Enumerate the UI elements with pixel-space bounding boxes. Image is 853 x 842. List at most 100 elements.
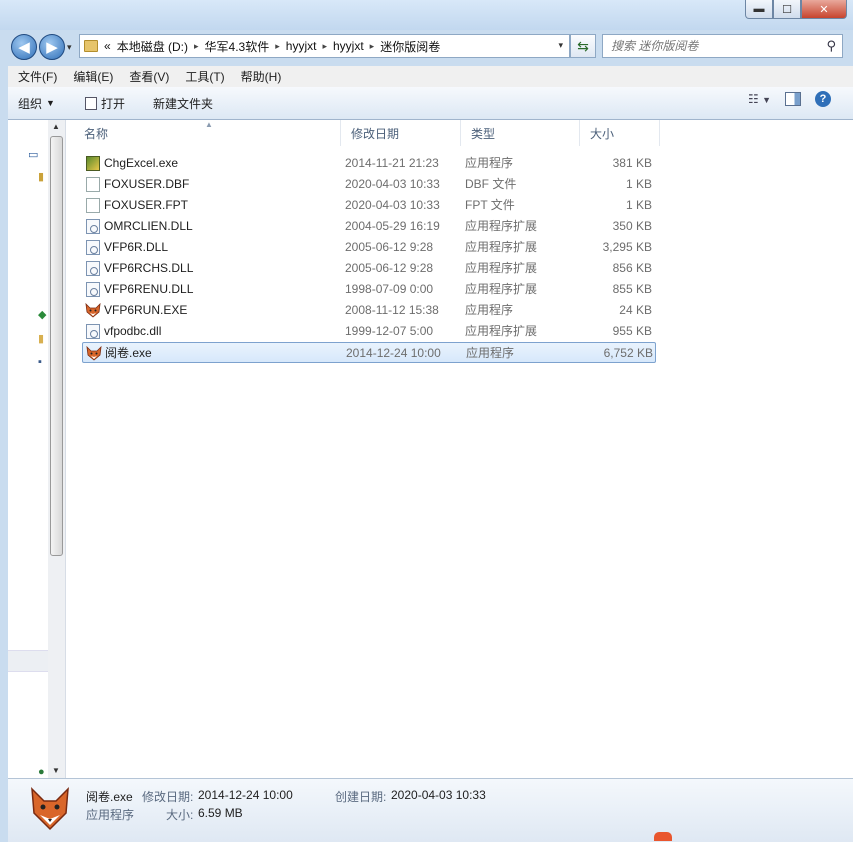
file-size: 381 KB — [612, 156, 652, 170]
table-row[interactable]: ChgExcel.exe 2014-11-21 21:23 应用程序 381 KB — [82, 153, 656, 174]
breadcrumb-separator[interactable]: ▸ — [194, 41, 199, 52]
help-icon[interactable]: ? — [815, 91, 831, 107]
folder-icon — [84, 40, 98, 52]
file-name: VFP6RENU.DLL — [104, 282, 194, 296]
size-value: 6.59 MB — [198, 806, 243, 820]
search-icon[interactable]: ⚲ — [826, 38, 836, 54]
view-options-icon[interactable]: ☷ ▼ — [748, 92, 771, 106]
recent-pages-dropdown[interactable]: ▾ — [67, 42, 72, 53]
column-header-type[interactable]: 类型 — [461, 120, 580, 146]
organize-label: 组织 — [18, 96, 43, 111]
command-bar: 组织 ▼ 打开 新建文件夹 ☷ ▼ ? — [8, 87, 853, 120]
table-row[interactable]: 阅卷.exe 2014-12-24 10:00 应用程序 6,752 KB — [82, 342, 656, 363]
file-type: FPT 文件 — [465, 198, 515, 212]
breadcrumb-overflow[interactable]: « — [104, 39, 111, 53]
scroll-up-icon[interactable]: ▲ — [52, 122, 60, 131]
title-bar: ▬ ☐ ✕ — [0, 0, 853, 30]
file-date: 2014-12-24 10:00 — [346, 346, 441, 360]
network-icon[interactable]: ◆ — [38, 308, 46, 321]
scroll-down-icon[interactable]: ▼ — [52, 766, 60, 775]
fox-icon — [31, 787, 69, 831]
preview-pane-icon[interactable] — [785, 92, 801, 106]
file-size: 3,295 KB — [602, 240, 652, 254]
organize-button[interactable]: 组织 ▼ — [8, 91, 65, 115]
modified-date-value: 2014-12-24 10:00 — [198, 788, 293, 802]
menu-edit[interactable]: 编辑(E) — [73, 68, 113, 85]
menu-view[interactable]: 查看(V) — [129, 68, 169, 85]
drive-icon[interactable]: ▪ — [38, 356, 42, 368]
file-size: 24 KB — [619, 303, 652, 317]
back-button[interactable]: ◀ — [11, 34, 37, 60]
refresh-icon[interactable]: ⇆ — [570, 34, 596, 58]
column-header-size[interactable]: 大小 — [580, 120, 660, 146]
excel-exe-icon — [86, 156, 100, 171]
breadcrumb-item[interactable]: hyyjxt — [286, 39, 317, 53]
table-row[interactable]: OMRCLIEN.DLL 2004-05-29 16:19 应用程序扩展 350 KB — [82, 216, 656, 237]
file-date: 2005-06-12 9:28 — [345, 261, 434, 275]
file-name: OMRCLIEN.DLL — [104, 219, 193, 233]
file-type: 应用程序扩展 — [465, 282, 538, 296]
file-name: VFP6RUN.EXE — [104, 303, 188, 317]
breadcrumb-separator[interactable]: ▸ — [275, 41, 280, 52]
folder-icon[interactable]: ▮ — [38, 332, 44, 345]
view-controls: ☷ ▼ ? — [748, 91, 853, 107]
taskbar-app-icon[interactable] — [654, 832, 672, 841]
file-type-value: 应用程序 — [86, 808, 135, 822]
file-name: vfpodbc.dll — [104, 324, 162, 338]
file-size: 1 KB — [625, 177, 652, 191]
breadcrumb-item[interactable]: hyyjxt — [333, 39, 364, 53]
navigation-bar: ◀ ▶ ▾ « 本地磁盘 (D:) ▸ 华军4.3软件 ▸ hyyjxt ▸ h… — [0, 30, 853, 64]
minimize-button[interactable]: ▬ — [745, 0, 773, 19]
file-type: 应用程序 — [465, 156, 514, 170]
column-header-type-label: 类型 — [471, 126, 496, 141]
table-row[interactable]: VFP6RENU.DLL 1998-07-09 0:00 应用程序扩展 855 KB — [82, 279, 656, 300]
fox-icon — [86, 345, 102, 361]
search-input[interactable] — [611, 39, 811, 53]
dll-icon — [86, 282, 100, 297]
breadcrumb-item[interactable]: 本地磁盘 (D:) — [117, 38, 188, 55]
breadcrumb-separator[interactable]: ▸ — [322, 41, 327, 52]
address-dropdown-icon[interactable]: ▾ — [558, 40, 563, 51]
library-icon[interactable]: ▮ — [38, 170, 44, 183]
breadcrumb-item[interactable]: 华军4.3软件 — [205, 38, 270, 55]
nav-scrollbar-thumb[interactable] — [50, 136, 63, 556]
blank-file-icon — [86, 198, 100, 213]
maximize-button[interactable]: ☐ — [773, 0, 801, 19]
file-type: 应用程序 — [465, 303, 514, 317]
nav-pane-divider — [8, 650, 48, 672]
file-size: 1 KB — [625, 198, 652, 212]
file-date: 2014-11-21 21:23 — [345, 156, 439, 170]
file-name: 阅卷.exe — [105, 346, 152, 360]
created-date-value: 2020-04-03 10:33 — [391, 788, 486, 802]
size-label: 大小: — [166, 808, 194, 822]
new-folder-button[interactable]: 新建文件夹 — [143, 91, 223, 115]
breadcrumb-item-current[interactable]: 迷你版阅卷 — [380, 38, 440, 55]
table-row[interactable]: FOXUSER.DBF 2020-04-03 10:33 DBF 文件 1 KB — [82, 174, 656, 195]
globe-icon[interactable]: ● — [38, 766, 45, 778]
created-date-label: 创建日期: — [335, 790, 387, 804]
menu-file[interactable]: 文件(F) — [18, 68, 57, 85]
window-controls: ▬ ☐ ✕ — [745, 0, 847, 19]
file-name: FOXUSER.FPT — [104, 198, 189, 212]
table-row[interactable]: VFP6R.DLL 2005-06-12 9:28 应用程序扩展 3,295 KB — [82, 237, 656, 258]
chevron-down-icon: ▼ — [46, 98, 55, 108]
table-row[interactable]: FOXUSER.FPT 2020-04-03 10:33 FPT 文件 1 KB — [82, 195, 656, 216]
dll-icon — [86, 261, 100, 276]
column-header-size-label: 大小 — [590, 126, 615, 141]
close-button[interactable]: ✕ — [801, 0, 847, 19]
address-bar[interactable]: « 本地磁盘 (D:) ▸ 华军4.3软件 ▸ hyyjxt ▸ hyyjxt … — [79, 34, 570, 58]
breadcrumb-separator[interactable]: ▸ — [370, 41, 375, 52]
table-row[interactable]: vfpodbc.dll 1999-12-07 5:00 应用程序扩展 955 KB — [82, 321, 656, 342]
computer-icon[interactable]: ▭ — [28, 148, 38, 161]
table-row[interactable]: VFP6RCHS.DLL 2005-06-12 9:28 应用程序扩展 856 KB — [82, 258, 656, 279]
forward-button[interactable]: ▶ — [39, 34, 65, 60]
file-size: 855 KB — [612, 282, 652, 296]
nav-scrollbar[interactable]: ▲ ▼ — [48, 120, 65, 778]
search-box[interactable]: ⚲ — [602, 34, 843, 58]
file-date: 2008-11-12 15:38 — [345, 303, 439, 317]
menu-help[interactable]: 帮助(H) — [241, 68, 282, 85]
open-button[interactable]: 打开 — [75, 91, 135, 115]
column-header-date[interactable]: 修改日期 — [341, 120, 461, 146]
menu-tools[interactable]: 工具(T) — [185, 68, 224, 85]
table-row[interactable]: VFP6RUN.EXE 2008-11-12 15:38 应用程序 24 KB — [82, 300, 656, 321]
